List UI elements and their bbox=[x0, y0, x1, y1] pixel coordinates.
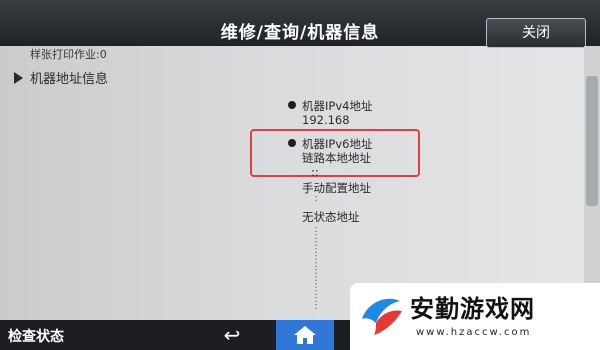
home-icon bbox=[294, 326, 316, 344]
stateless-label: 无状态地址 bbox=[302, 210, 360, 224]
title-bar: 维修/查询/机器信息 关闭 bbox=[0, 0, 600, 48]
ipv4-value: 192.168 bbox=[302, 113, 350, 127]
ipv4-label: 机器IPv4地址 bbox=[288, 98, 372, 114]
scrollbar-thumb[interactable] bbox=[586, 76, 598, 206]
link-local-label: 链路本地地址 bbox=[302, 151, 371, 165]
separator: : bbox=[314, 193, 318, 204]
expand-triangle-icon bbox=[14, 72, 23, 84]
section-title: 机器地址信息 bbox=[30, 72, 109, 87]
ipv6-label-text: 机器IPv6地址 bbox=[302, 137, 373, 151]
separator: : bbox=[314, 301, 318, 312]
back-arrow-icon[interactable]: ↩ bbox=[212, 323, 252, 347]
logo-brand-text: 安勤游戏网 bbox=[410, 295, 535, 323]
link-local-value: :: bbox=[311, 165, 319, 179]
info-panel: 样张打印作业:0 机器地址信息 机器IPv4地址 192.168 机器IPv6地… bbox=[0, 46, 600, 320]
home-button[interactable] bbox=[276, 320, 334, 350]
manual-config-label: 手动配置地址 bbox=[302, 181, 371, 195]
bullet-icon bbox=[288, 139, 296, 147]
logo-domain-text: www.hzaccw.com bbox=[416, 327, 532, 338]
site-watermark-logo: 安勤游戏网 www.hzaccw.com bbox=[350, 283, 600, 350]
ipv4-label-text: 机器IPv4地址 bbox=[302, 99, 373, 113]
check-status-button[interactable]: 检查状态 bbox=[8, 326, 64, 346]
machine-address-section[interactable]: 机器地址信息 bbox=[14, 68, 108, 87]
scrollbar[interactable] bbox=[584, 46, 600, 320]
machine-info-screen: 维修/查询/机器信息 关闭 样张打印作业:0 机器地址信息 机器IPv4地址 1… bbox=[0, 0, 600, 350]
bullet-icon bbox=[288, 101, 296, 109]
stateless-separators: : : : : : : : : : : : : bbox=[313, 225, 319, 312]
sample-print-job-count: 样张打印作业:0 bbox=[30, 48, 107, 61]
manual-config-separators: : bbox=[313, 193, 319, 204]
logo-mark-icon bbox=[362, 298, 402, 335]
close-button[interactable]: 关闭 bbox=[486, 18, 586, 48]
